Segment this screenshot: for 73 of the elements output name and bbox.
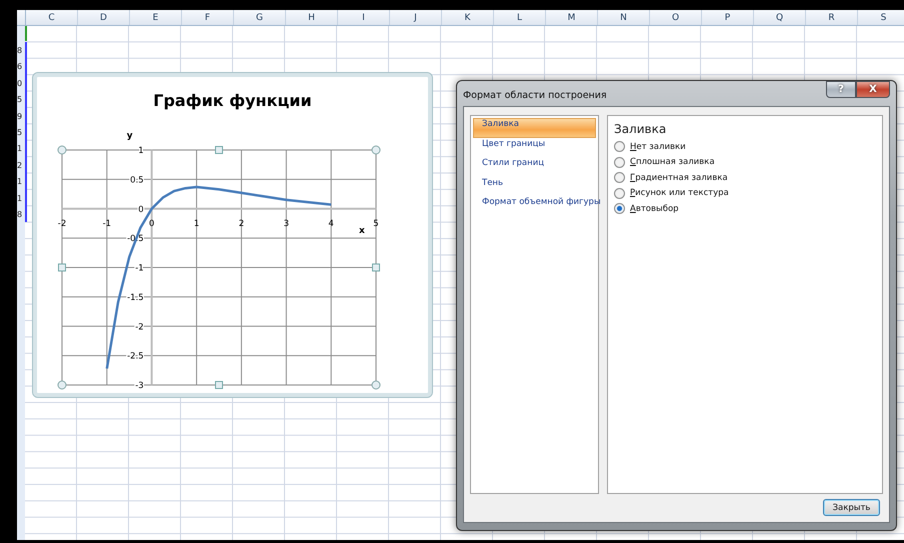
column-header[interactable]: Q [754,10,806,25]
column-header[interactable]: D [78,10,130,25]
column-header[interactable]: I [338,10,390,25]
radio-label[interactable]: Нет заливки [630,142,686,152]
row-header[interactable]: 5 [17,92,22,109]
axis-label: -1 [135,264,144,274]
column-header[interactable]: F [182,10,234,25]
axis-title: x [359,226,365,236]
axis-label: 0.5 [130,175,144,186]
column-header[interactable]: R [806,10,858,25]
axis-label: 0 [149,218,154,229]
axis-label: 1 [138,146,144,156]
axis-label: -2 [135,322,144,332]
axis-label: 1 [194,218,200,229]
row-header[interactable]: 8 [17,206,22,224]
column-header[interactable]: C [26,10,78,25]
section-title: Заливка [614,122,668,136]
row-header[interactable]: 5 [17,124,22,142]
column-header[interactable]: G [234,10,286,25]
radio-label[interactable]: Сплошная заливка [630,157,715,168]
row-header[interactable]: 1 [17,174,22,191]
column-header[interactable]: J [390,10,442,25]
axis-label: 5 [373,218,379,229]
column-header[interactable]: O [650,10,702,25]
category-item[interactable]: Цвет границы [473,138,596,157]
resize-handle[interactable] [58,380,66,390]
axis-label: -1.5 [127,292,144,303]
resize-handle[interactable] [372,380,380,390]
radio-button[interactable] [614,188,625,199]
axis-label: -2 [58,218,66,229]
axis-label: 0 [138,204,144,215]
column-header[interactable]: S [858,10,904,25]
category-item[interactable]: Тень [473,176,596,196]
close-button[interactable]: X [856,81,890,98]
resize-handle[interactable] [215,146,223,154]
axis-label: -1 [102,218,112,229]
category-item[interactable]: Стили границ [473,157,596,176]
row-header[interactable]: 2 [17,158,22,174]
resize-handle[interactable] [215,381,223,389]
column-header[interactable]: P [702,10,754,25]
resize-handle[interactable] [372,146,380,154]
row-header[interactable]: 0 [17,76,22,92]
axis-label: -2.5 [127,352,144,362]
axis-label: 4 [328,218,334,229]
row-header[interactable]: 9 [17,108,22,125]
radio-button[interactable] [614,156,625,168]
radio-button[interactable] [614,141,625,152]
axis-label: 2 [238,218,244,229]
axis-label: -3 [135,381,144,391]
resize-handle[interactable] [372,264,380,272]
resize-handle[interactable] [58,264,66,272]
radio-label[interactable]: Градиентная заливка [630,172,728,183]
chart-title: График функции [152,91,313,110]
column-header[interactable]: E [130,10,182,25]
column-header[interactable]: K [442,10,494,25]
row-header[interactable]: 1 [17,190,22,207]
radio-button[interactable] [614,172,625,184]
resize-handle[interactable] [58,146,66,154]
radio-label[interactable]: Автовыбор [630,204,679,214]
close-dialog-button[interactable]: Закрыть [823,499,880,516]
row-header[interactable]: 8 [17,43,22,60]
column-header[interactable]: N [598,10,650,25]
row-header[interactable]: 1 [17,141,22,158]
axis-label: 3 [284,218,289,229]
dialog-title: Формат области построения [463,89,608,101]
row-header[interactable]: 6 [17,59,22,76]
column-header[interactable]: L [494,10,546,25]
column-header[interactable]: H [286,10,338,25]
radio-label[interactable]: Рисунок или текстура [630,188,729,198]
category-item[interactable]: Заливка [473,118,596,138]
column-header[interactable]: M [546,10,598,25]
axis-title: y [126,131,133,141]
radio-button[interactable] [614,203,625,214]
